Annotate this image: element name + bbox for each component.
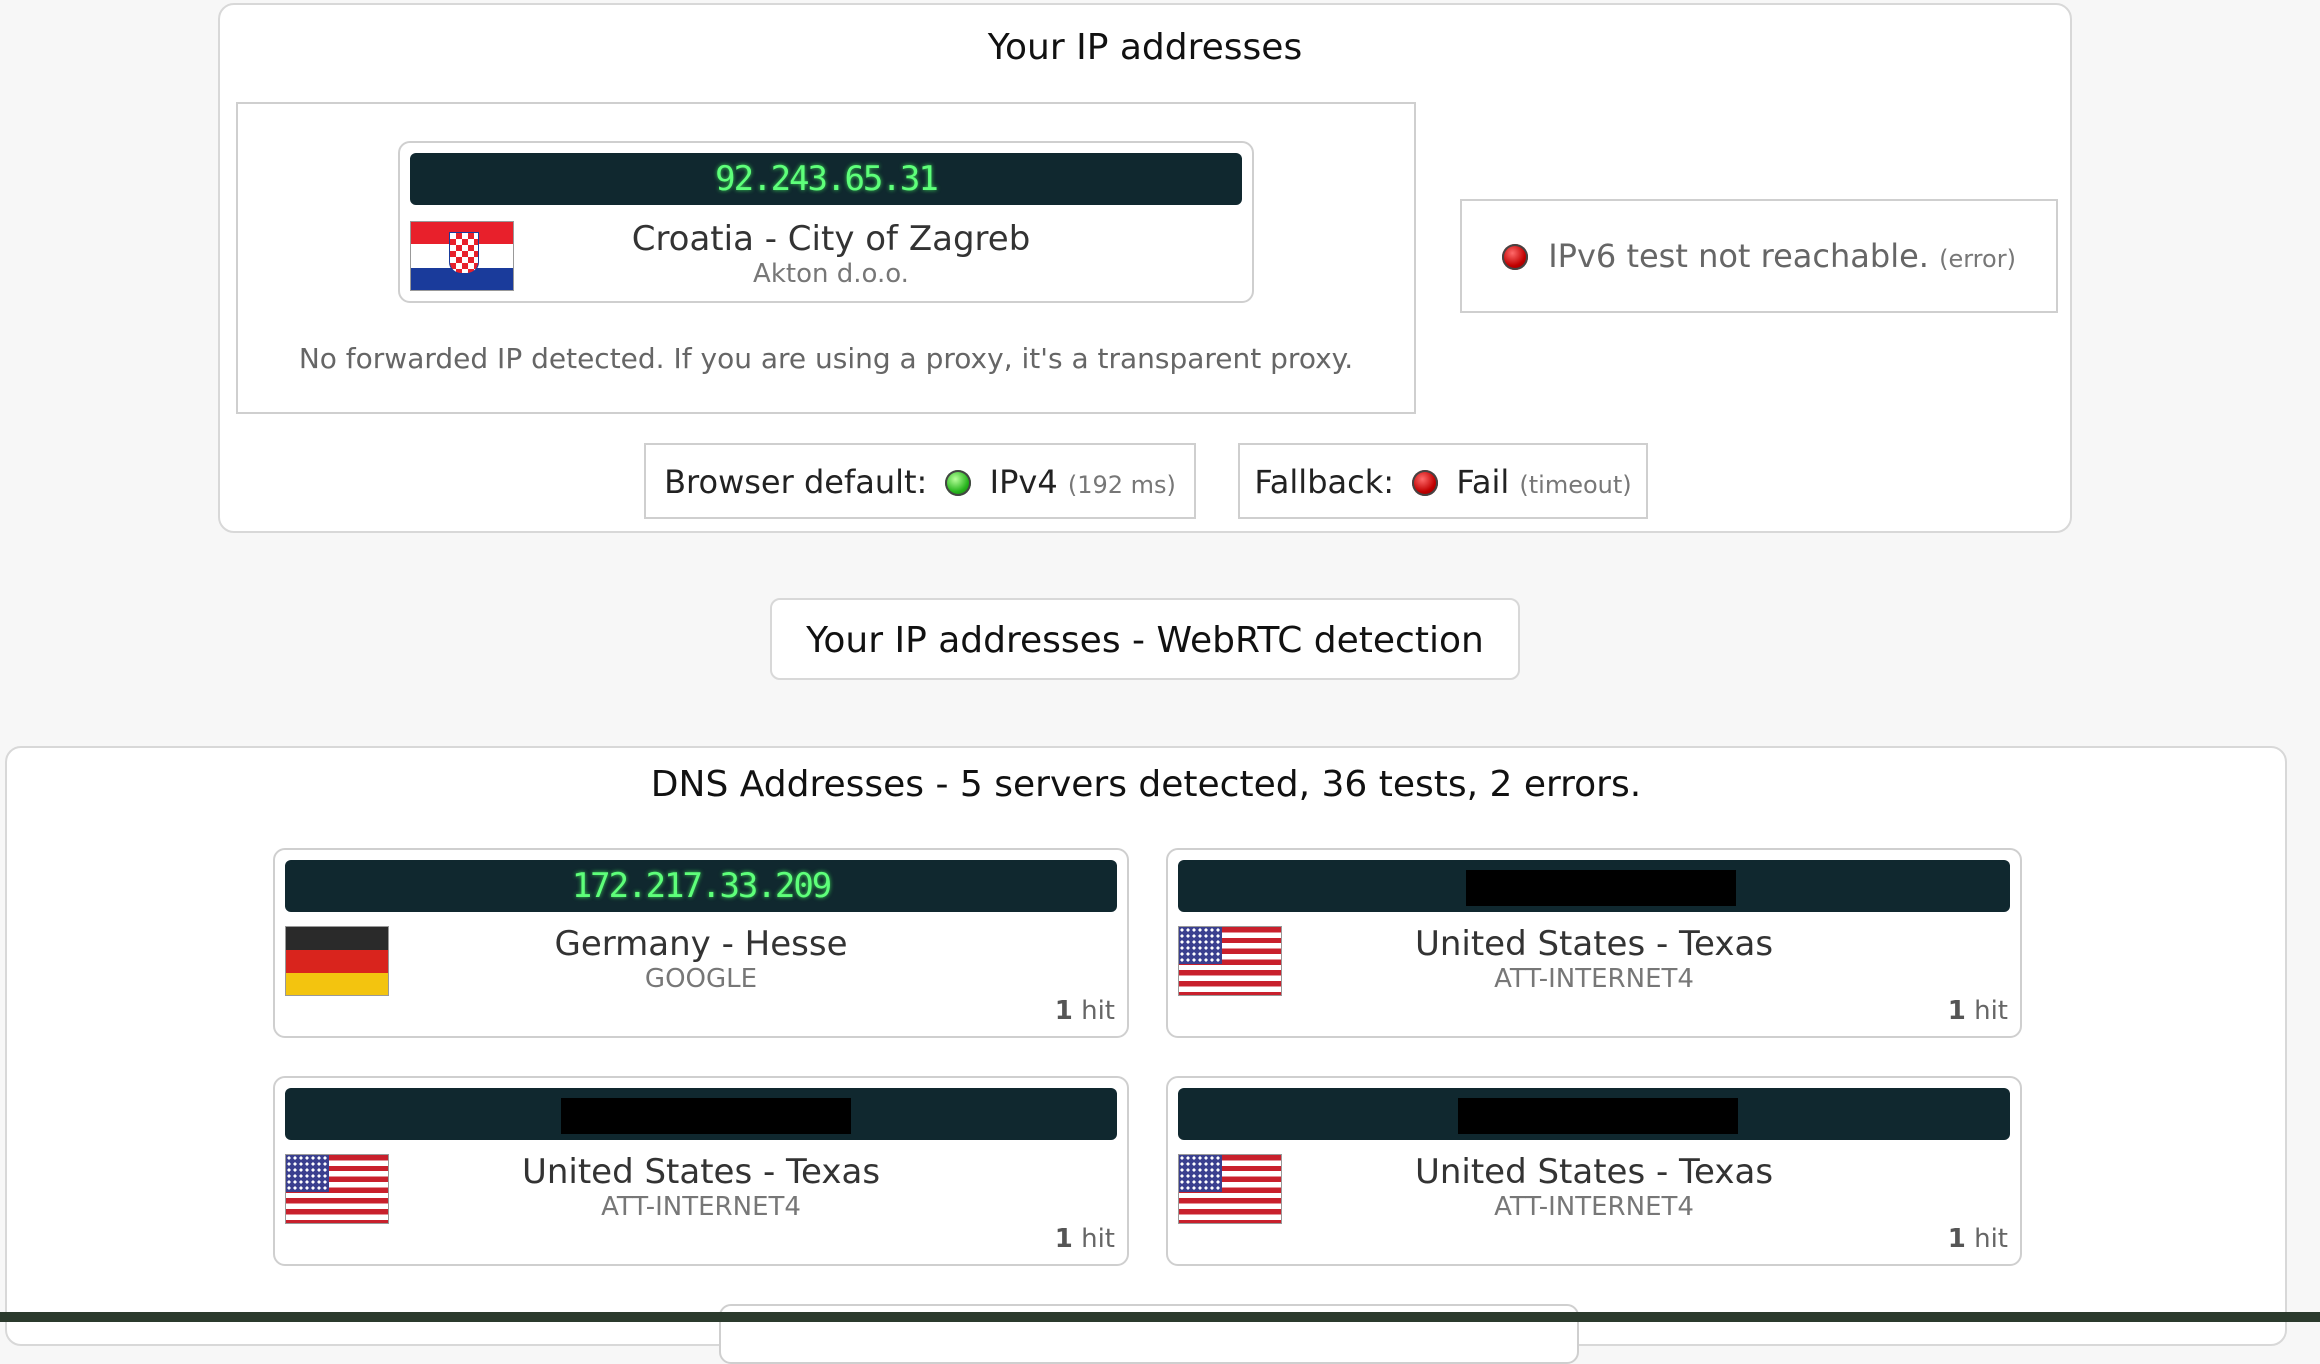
webrtc-title: Your IP addresses - WebRTC detection: [806, 620, 1484, 661]
browser-default-status-icon: [945, 470, 972, 496]
dns-server-ip: 172.217.33.209: [285, 860, 1117, 912]
dns-server-location: United States - Texas: [1414, 924, 1774, 964]
fallback-value: Fail: [1456, 463, 1510, 501]
redacted-ip-block: [1466, 870, 1736, 906]
ip-panel-title: Your IP addresses: [987, 27, 1303, 68]
fallback-status-icon: [1412, 470, 1439, 496]
dns-server-card: 172.217.33.209 Germany - Hesse GOOGLE 1 …: [273, 848, 1129, 1038]
ipv4-isp: Akton d.o.o.: [753, 259, 909, 289]
ipv6-status-note: (error): [1939, 245, 2016, 273]
browser-default-box: Browser default: IPv4 (192 ms): [644, 443, 1196, 519]
croatia-flag-icon: [410, 221, 514, 291]
dns-server-location: Germany - Hesse: [554, 924, 848, 964]
dns-server-hits: 1 hit: [1054, 1224, 1115, 1254]
dns-server-hits: 1 hit: [1054, 996, 1115, 1026]
ipv4-card: 92.243.65.31 Croatia - City of Zagreb Ak…: [398, 141, 1254, 303]
fallback-note: (timeout): [1519, 471, 1632, 499]
bottom-edge-strip: [0, 1312, 2320, 1322]
fallback-box: Fallback: Fail (timeout): [1238, 443, 1648, 519]
ipv6-box: IPv6 test not reachable. (error): [1460, 199, 2058, 313]
dns-server-isp: ATT-INTERNET4: [1494, 964, 1694, 994]
webrtc-detection-button[interactable]: Your IP addresses - WebRTC detection: [770, 598, 1520, 680]
ipv4-location: Croatia - City of Zagreb: [631, 219, 1031, 259]
dns-server-location: United States - Texas: [521, 1152, 881, 1192]
dns-server-isp: GOOGLE: [644, 964, 758, 994]
browser-default-note: (192 ms): [1067, 471, 1176, 499]
redacted-ip-block: [1458, 1098, 1738, 1134]
dns-server-card: United States - Texas ATT-INTERNET4 1 hi…: [1166, 1076, 2022, 1266]
redacted-ip-block: [561, 1098, 851, 1134]
ip-addresses-panel: Your IP addresses 92.243.65.31 Croatia -…: [218, 3, 2072, 533]
ipv6-status-icon: [1502, 244, 1529, 270]
dns-panel-title: DNS Addresses - 5 servers detected, 36 t…: [650, 764, 1642, 805]
dns-server-isp: ATT-INTERNET4: [1494, 1192, 1694, 1222]
ipv4-box: 92.243.65.31 Croatia - City of Zagreb Ak…: [236, 102, 1416, 414]
dns-server-hits: 1 hit: [1947, 1224, 2008, 1254]
ipv6-status-text: IPv6 test not reachable.: [1548, 237, 1929, 275]
browser-default-label: Browser default:: [664, 463, 928, 501]
dns-server-location: United States - Texas: [1414, 1152, 1774, 1192]
dns-server-card: United States - Texas ATT-INTERNET4 1 hi…: [273, 1076, 1129, 1266]
ipv4-address: 92.243.65.31: [410, 153, 1242, 205]
dns-server-hits: 1 hit: [1947, 996, 2008, 1026]
dns-server-card: United States - Texas ATT-INTERNET4 1 hi…: [1166, 848, 2022, 1038]
dns-server-isp: ATT-INTERNET4: [601, 1192, 801, 1222]
browser-default-value: IPv4: [989, 463, 1058, 501]
fallback-label: Fallback:: [1254, 463, 1395, 501]
forwarded-ip-note: No forwarded IP detected. If you are usi…: [298, 342, 1354, 375]
dns-addresses-panel: DNS Addresses - 5 servers detected, 36 t…: [5, 746, 2287, 1364]
